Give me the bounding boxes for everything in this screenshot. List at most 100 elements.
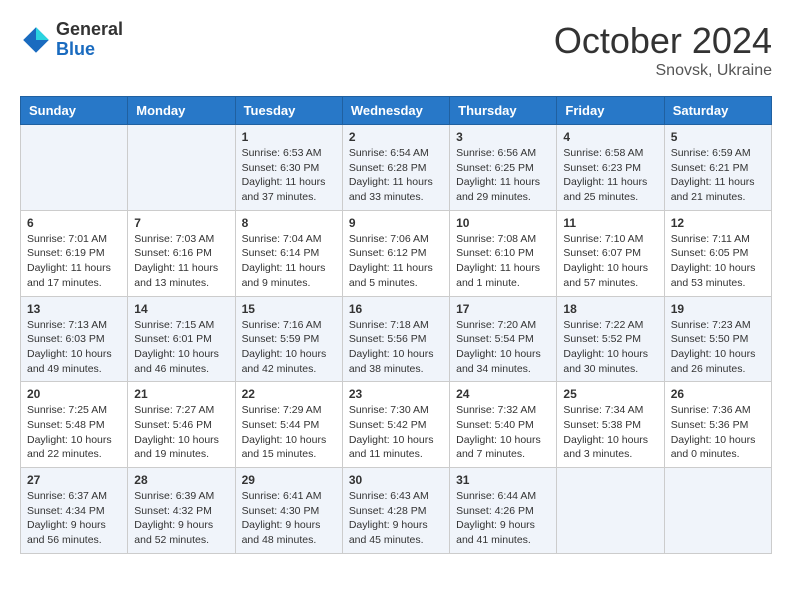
calendar-week-row: 20Sunrise: 7:25 AMSunset: 5:48 PMDayligh… [21,382,772,468]
cell-content: Sunrise: 6:41 AMSunset: 4:30 PMDaylight:… [242,489,336,548]
calendar-cell: 15 Sunrise: 7:16 AMSunset: 5:59 PMDayligh… [235,296,342,382]
calendar-week-row: 27 Sunrise: 6:37 AMSunset: 4:34 PMDayligh… [21,468,772,554]
day-number: 28 [134,473,228,487]
day-header-tuesday: Tuesday [235,97,342,125]
calendar-cell: 31 Sunrise: 6:44 AMSunset: 4:26 PMDayligh… [450,468,557,554]
calendar-cell: 13 Sunrise: 7:13 AMSunset: 6:03 PMDayligh… [21,296,128,382]
day-header-monday: Monday [128,97,235,125]
cell-content: Sunrise: 6:37 AMSunset: 4:34 PMDaylight:… [27,489,121,548]
cell-content: Sunrise: 7:11 AMSunset: 6:05 PMDaylight:… [671,232,765,291]
calendar-cell [664,468,771,554]
day-number: 16 [349,302,443,316]
logo-blue-text: Blue [56,40,123,60]
calendar-week-row: 6 Sunrise: 7:01 AMSunset: 6:19 PMDaylight… [21,210,772,296]
cell-content: Sunrise: 7:36 AMSunset: 5:36 PMDaylight:… [671,403,765,462]
calendar-cell: 9Sunrise: 7:06 AMSunset: 6:12 PMDaylight… [342,210,449,296]
logo-general-text: General [56,20,123,40]
calendar-cell: 11 Sunrise: 7:10 AMSunset: 6:07 PMDayligh… [557,210,664,296]
calendar-cell: 2 Sunrise: 6:54 AMSunset: 6:28 PMDaylight… [342,125,449,211]
day-number: 13 [27,302,121,316]
logo-icon [20,24,52,56]
calendar-cell: 8 Sunrise: 7:04 AMSunset: 6:14 PMDaylight… [235,210,342,296]
day-number: 29 [242,473,336,487]
calendar-cell: 6 Sunrise: 7:01 AMSunset: 6:19 PMDaylight… [21,210,128,296]
cell-content: Sunrise: 6:56 AMSunset: 6:25 PMDaylight:… [456,146,550,205]
calendar-cell: 1Sunrise: 6:53 AMSunset: 6:30 PMDaylight… [235,125,342,211]
cell-content: Sunrise: 7:10 AMSunset: 6:07 PMDaylight:… [563,232,657,291]
page-header: General Blue October 2024 Snovsk, Ukrain… [20,20,772,80]
day-number: 30 [349,473,443,487]
cell-content: Sunrise: 7:13 AMSunset: 6:03 PMDaylight:… [27,318,121,377]
cell-content: Sunrise: 7:06 AMSunset: 6:12 PMDaylight:… [349,232,443,291]
day-number: 10 [456,216,550,230]
title-block: October 2024 Snovsk, Ukraine [554,20,772,80]
day-number: 21 [134,387,228,401]
day-number: 11 [563,216,657,230]
cell-content: Sunrise: 7:22 AMSunset: 5:52 PMDaylight:… [563,318,657,377]
calendar-cell: 14Sunrise: 7:15 AMSunset: 6:01 PMDayligh… [128,296,235,382]
cell-content: Sunrise: 6:58 AMSunset: 6:23 PMDaylight:… [563,146,657,205]
calendar-cell: 12 Sunrise: 7:11 AMSunset: 6:05 PMDayligh… [664,210,771,296]
calendar-cell: 29 Sunrise: 6:41 AMSunset: 4:30 PMDayligh… [235,468,342,554]
day-header-wednesday: Wednesday [342,97,449,125]
cell-content: Sunrise: 6:54 AMSunset: 6:28 PMDaylight:… [349,146,443,205]
day-number: 7 [134,216,228,230]
calendar-cell [21,125,128,211]
calendar-cell: 18Sunrise: 7:22 AMSunset: 5:52 PMDayligh… [557,296,664,382]
cell-content: Sunrise: 6:44 AMSunset: 4:26 PMDaylight:… [456,489,550,548]
day-number: 31 [456,473,550,487]
calendar-week-row: 13 Sunrise: 7:13 AMSunset: 6:03 PMDayligh… [21,296,772,382]
location-subtitle: Snovsk, Ukraine [554,62,772,80]
day-number: 14 [134,302,228,316]
cell-content: Sunrise: 7:34 AMSunset: 5:38 PMDaylight:… [563,403,657,462]
calendar-cell: 28 Sunrise: 6:39 AMSunset: 4:32 PMDayligh… [128,468,235,554]
calendar-cell: 19 Sunrise: 7:23 AMSunset: 5:50 PMDayligh… [664,296,771,382]
month-title: October 2024 [554,20,772,62]
cell-content: Sunrise: 6:53 AMSunset: 6:30 PMDaylight:… [242,146,336,205]
day-number: 22 [242,387,336,401]
cell-content: Sunrise: 6:39 AMSunset: 4:32 PMDaylight:… [134,489,228,548]
day-number: 8 [242,216,336,230]
calendar-cell [557,468,664,554]
day-number: 25 [563,387,657,401]
cell-content: Sunrise: 7:16 AMSunset: 5:59 PMDaylight:… [242,318,336,377]
day-header-saturday: Saturday [664,97,771,125]
cell-content: Sunrise: 7:23 AMSunset: 5:50 PMDaylight:… [671,318,765,377]
day-header-thursday: Thursday [450,97,557,125]
calendar-cell: 3Sunrise: 6:56 AMSunset: 6:25 PMDaylight… [450,125,557,211]
day-number: 5 [671,130,765,144]
cell-content: Sunrise: 7:27 AMSunset: 5:46 PMDaylight:… [134,403,228,462]
day-number: 27 [27,473,121,487]
calendar-cell: 23Sunrise: 7:30 AMSunset: 5:42 PMDayligh… [342,382,449,468]
calendar-cell: 17Sunrise: 7:20 AMSunset: 5:54 PMDayligh… [450,296,557,382]
cell-content: Sunrise: 7:25 AMSunset: 5:48 PMDaylight:… [27,403,121,462]
day-number: 12 [671,216,765,230]
day-number: 2 [349,130,443,144]
calendar-cell [128,125,235,211]
calendar-week-row: 1Sunrise: 6:53 AMSunset: 6:30 PMDaylight… [21,125,772,211]
cell-content: Sunrise: 7:04 AMSunset: 6:14 PMDaylight:… [242,232,336,291]
cell-content: Sunrise: 7:01 AMSunset: 6:19 PMDaylight:… [27,232,121,291]
day-number: 6 [27,216,121,230]
calendar-cell: 27 Sunrise: 6:37 AMSunset: 4:34 PMDayligh… [21,468,128,554]
day-number: 4 [563,130,657,144]
logo: General Blue [20,20,123,60]
calendar-cell: 26 Sunrise: 7:36 AMSunset: 5:36 PMDayligh… [664,382,771,468]
calendar-cell: 20Sunrise: 7:25 AMSunset: 5:48 PMDayligh… [21,382,128,468]
calendar-header-row: SundayMondayTuesdayWednesdayThursdayFrid… [21,97,772,125]
day-number: 19 [671,302,765,316]
calendar-cell: 22 Sunrise: 7:29 AMSunset: 5:44 PMDayligh… [235,382,342,468]
calendar-cell: 7Sunrise: 7:03 AMSunset: 6:16 PMDaylight… [128,210,235,296]
calendar-table: SundayMondayTuesdayWednesdayThursdayFrid… [20,96,772,554]
cell-content: Sunrise: 7:29 AMSunset: 5:44 PMDaylight:… [242,403,336,462]
cell-content: Sunrise: 7:18 AMSunset: 5:56 PMDaylight:… [349,318,443,377]
calendar-cell: 24Sunrise: 7:32 AMSunset: 5:40 PMDayligh… [450,382,557,468]
day-number: 15 [242,302,336,316]
cell-content: Sunrise: 6:59 AMSunset: 6:21 PMDaylight:… [671,146,765,205]
cell-content: Sunrise: 7:32 AMSunset: 5:40 PMDaylight:… [456,403,550,462]
day-header-sunday: Sunday [21,97,128,125]
cell-content: Sunrise: 6:43 AMSunset: 4:28 PMDaylight:… [349,489,443,548]
calendar-cell: 10 Sunrise: 7:08 AMSunset: 6:10 PMDayligh… [450,210,557,296]
cell-content: Sunrise: 7:08 AMSunset: 6:10 PMDaylight:… [456,232,550,291]
day-number: 26 [671,387,765,401]
